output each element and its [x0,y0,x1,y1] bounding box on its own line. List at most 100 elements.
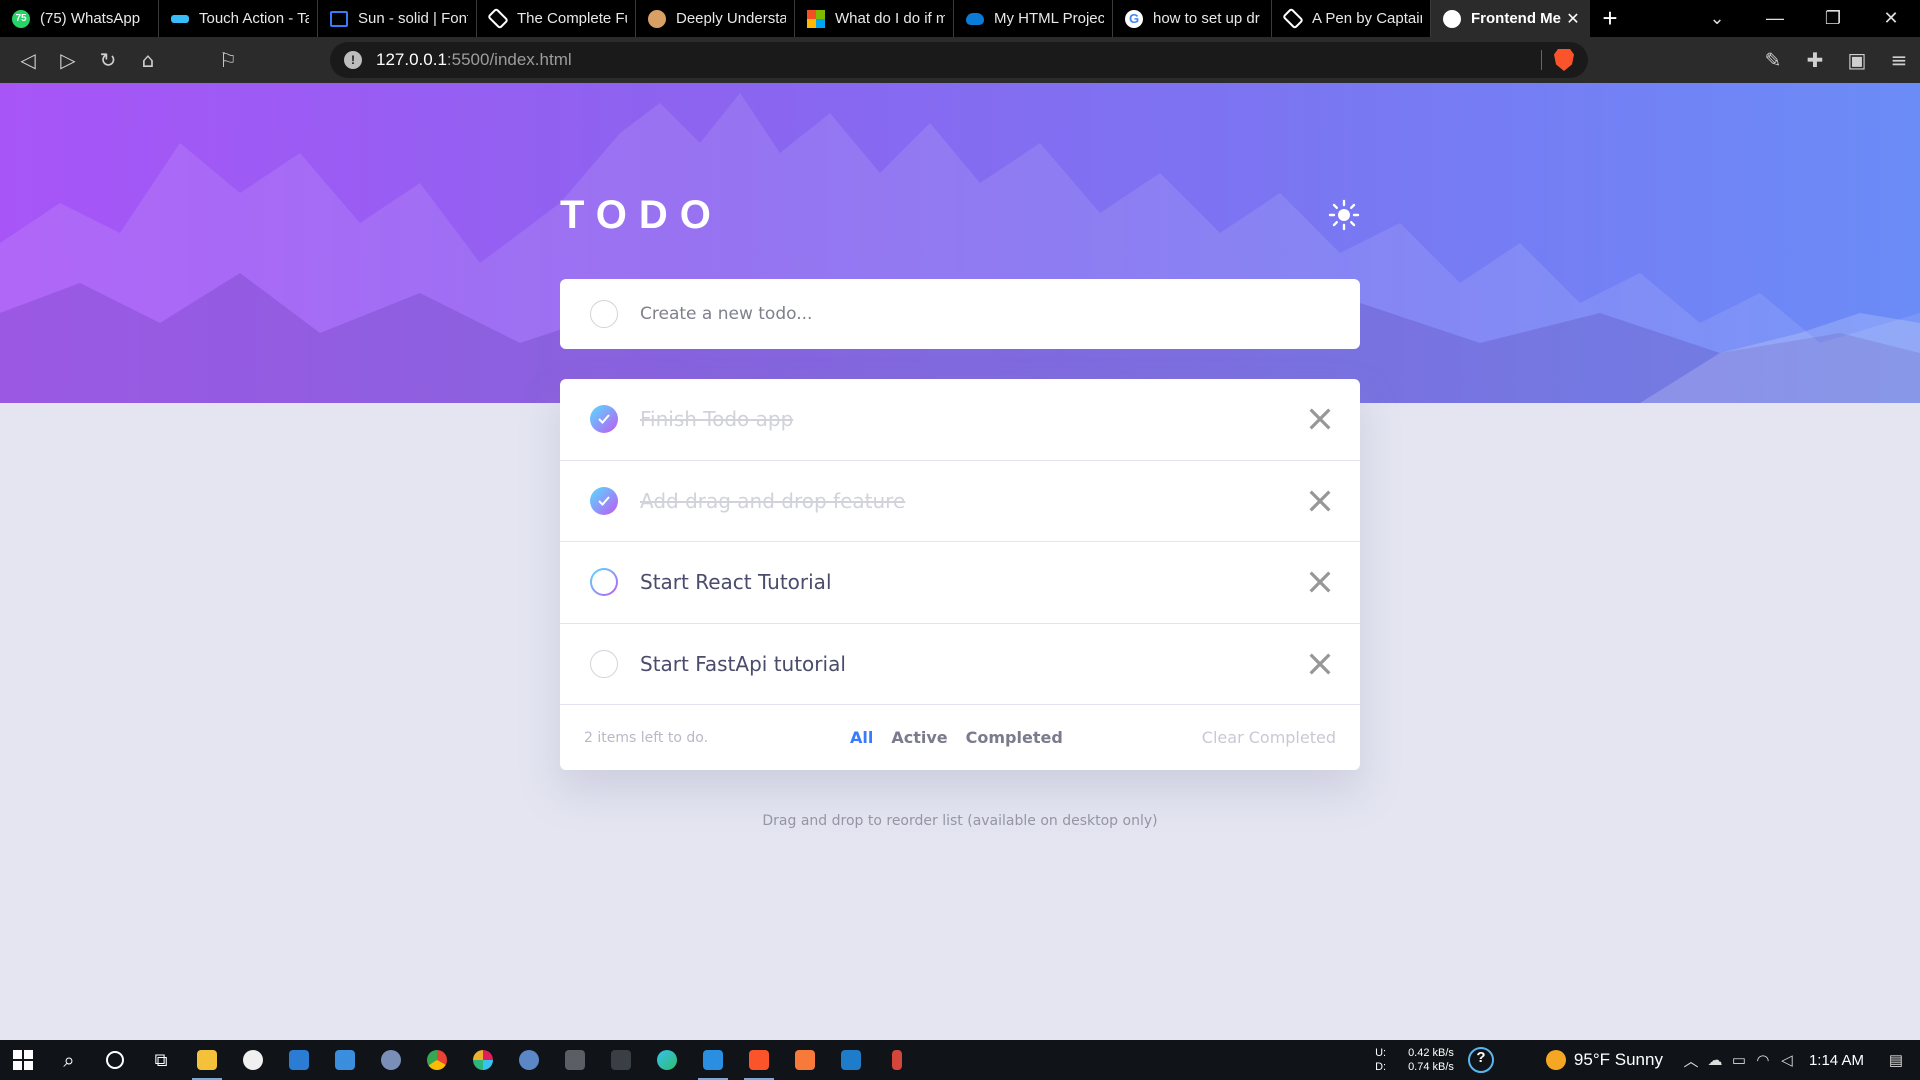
browser-tab-strip: 75 (75) WhatsApp Touch Action - Ta Sun -… [0,0,1920,37]
clear-completed-button[interactable]: Clear Completed [1202,728,1336,747]
clock[interactable]: 1:14 AM [1809,1052,1864,1069]
todo-text: Start FastApi tutorial [640,651,846,676]
tab-label: Sun - solid | Font [358,10,468,27]
bookmark-icon[interactable]: ⚐ [208,40,248,80]
theme-toggle-button[interactable] [1324,195,1364,235]
brave-icon[interactable] [736,1040,782,1080]
todo-checkbox[interactable] [590,649,618,678]
todo-checkbox-checked[interactable] [590,486,618,515]
tab-microsoft[interactable]: What do I do if m [795,0,954,37]
battery-icon[interactable]: ▭ [1727,1051,1751,1069]
color-picker-icon[interactable]: ✎ [1752,40,1794,80]
tab-label: What do I do if m [835,10,945,27]
tab-html-projects[interactable]: My HTML Projec [954,0,1113,37]
tab-complete-fu[interactable]: The Complete Fu [477,0,636,37]
tab-touch-action[interactable]: Touch Action - Ta [159,0,318,37]
address-bar[interactable]: ! 127.0.0.1 :5500/index.html [330,42,1588,78]
edge-icon[interactable] [644,1040,690,1080]
vscode-icon[interactable] [690,1040,736,1080]
close-window-icon[interactable]: ✕ [1862,0,1920,37]
globe-icon[interactable] [506,1040,552,1080]
tab-search-icon[interactable]: ⌄ [1688,0,1746,37]
google-icon: G [1125,9,1143,28]
chevron-up-icon[interactable]: ︿ [1679,1050,1703,1071]
minimize-icon[interactable]: — [1746,0,1804,37]
weather-widget[interactable]: 95°F Sunny [1545,1050,1663,1070]
chrome-icon[interactable] [414,1040,460,1080]
itunes-icon[interactable] [230,1040,276,1080]
todo-text: Finish Todo app [640,407,794,432]
delete-icon[interactable] [1308,407,1332,431]
todo-item[interactable]: Start React Tutorial [560,542,1360,624]
todo-item[interactable]: Start FastApi tutorial [560,624,1360,705]
site-info-icon[interactable]: ! [344,51,362,69]
tab-pen-by-captain[interactable]: A Pen by Captain [1272,0,1431,37]
net-up-label: U: [1375,1047,1387,1059]
url-host: 127.0.0.1 [376,50,447,69]
weather-text: 95°F Sunny [1573,1050,1663,1069]
sun-icon [1328,199,1360,231]
r-app-icon[interactable] [368,1040,414,1080]
page-viewport: TODO Create a new todo... Finish Todo ap… [0,83,1920,1040]
cortana-icon[interactable] [92,1040,138,1080]
help-icon[interactable]: ? [1467,1047,1494,1073]
filter-group: All Active Completed [850,705,1081,770]
extensions-icon[interactable]: ✚ [1794,40,1836,80]
back-icon[interactable]: ◁ [8,40,48,80]
todo-list-footer: 2 items left to do. All Active Completed… [560,705,1360,770]
tab-deeply-understand[interactable]: Deeply Understa [636,0,795,37]
wifi-icon[interactable]: ◠ [1751,1051,1775,1069]
drag-drop-hint: Drag and drop to reorder list (available… [762,813,1158,829]
codepen-icon [487,7,509,30]
windows-icon [13,1050,33,1070]
tab-label: My HTML Projec [994,10,1104,27]
onedrive-tray-icon[interactable]: ☁ [1703,1051,1727,1069]
todo-item[interactable]: Add drag and drop feature [560,461,1360,542]
tab-close-icon[interactable]: ✕ [1564,9,1582,29]
menu-icon[interactable]: ≡ [1878,40,1920,80]
brave-shields-icon[interactable] [1554,49,1574,71]
xampp-icon[interactable] [782,1040,828,1080]
tab-sun-solid[interactable]: Sun - solid | Font [318,0,477,37]
tool-icon[interactable] [874,1040,920,1080]
filter-all[interactable]: All [850,728,873,747]
photos-icon[interactable] [828,1040,874,1080]
whatsapp-icon: 75 [12,9,30,28]
window-app-icon[interactable] [552,1040,598,1080]
search-icon[interactable]: ⌕ [46,1040,92,1080]
store-icon[interactable] [276,1040,322,1080]
restore-icon[interactable]: ❐ [1804,0,1862,37]
new-todo-checkbox[interactable] [590,300,618,328]
slack-icon[interactable] [460,1040,506,1080]
todo-checkbox[interactable] [590,568,618,596]
file-explorer-icon[interactable] [184,1040,230,1080]
new-tab-button[interactable]: + [1590,0,1630,37]
forward-icon[interactable]: ▷ [48,40,88,80]
wallet-icon[interactable]: ▣ [1836,40,1878,80]
onedrive-icon [966,12,984,25]
tab-whatsapp[interactable]: 75 (75) WhatsApp [0,0,159,37]
app-title: TODO [560,192,723,237]
todo-item[interactable]: Finish Todo app [560,379,1360,461]
new-todo-input[interactable] [640,304,1320,324]
terminal-icon[interactable] [598,1040,644,1080]
mail-icon[interactable] [322,1040,368,1080]
url-path: :5500/index.html [446,50,572,69]
volume-icon[interactable]: ◁ [1775,1051,1799,1069]
tab-frontend-mentor[interactable]: Frontend Me ✕ [1431,0,1590,37]
delete-icon[interactable] [1308,570,1332,594]
codepen-icon [1282,7,1304,30]
filter-completed[interactable]: Completed [966,728,1063,747]
reload-icon[interactable]: ↻ [88,40,128,80]
filter-active[interactable]: Active [891,728,947,747]
task-view-icon[interactable]: ⧉ [138,1040,184,1080]
delete-icon[interactable] [1308,489,1332,513]
microsoft-icon [807,9,825,28]
delete-icon[interactable] [1308,652,1332,676]
tab-google-search[interactable]: G how to set up dr [1113,0,1272,37]
notifications-icon[interactable]: ▤ [1884,1051,1908,1069]
start-button[interactable] [0,1040,46,1080]
todo-checkbox-checked[interactable] [590,405,618,434]
home-icon[interactable]: ⌂ [128,40,168,80]
items-left-count: 2 items left to do. [584,729,709,746]
